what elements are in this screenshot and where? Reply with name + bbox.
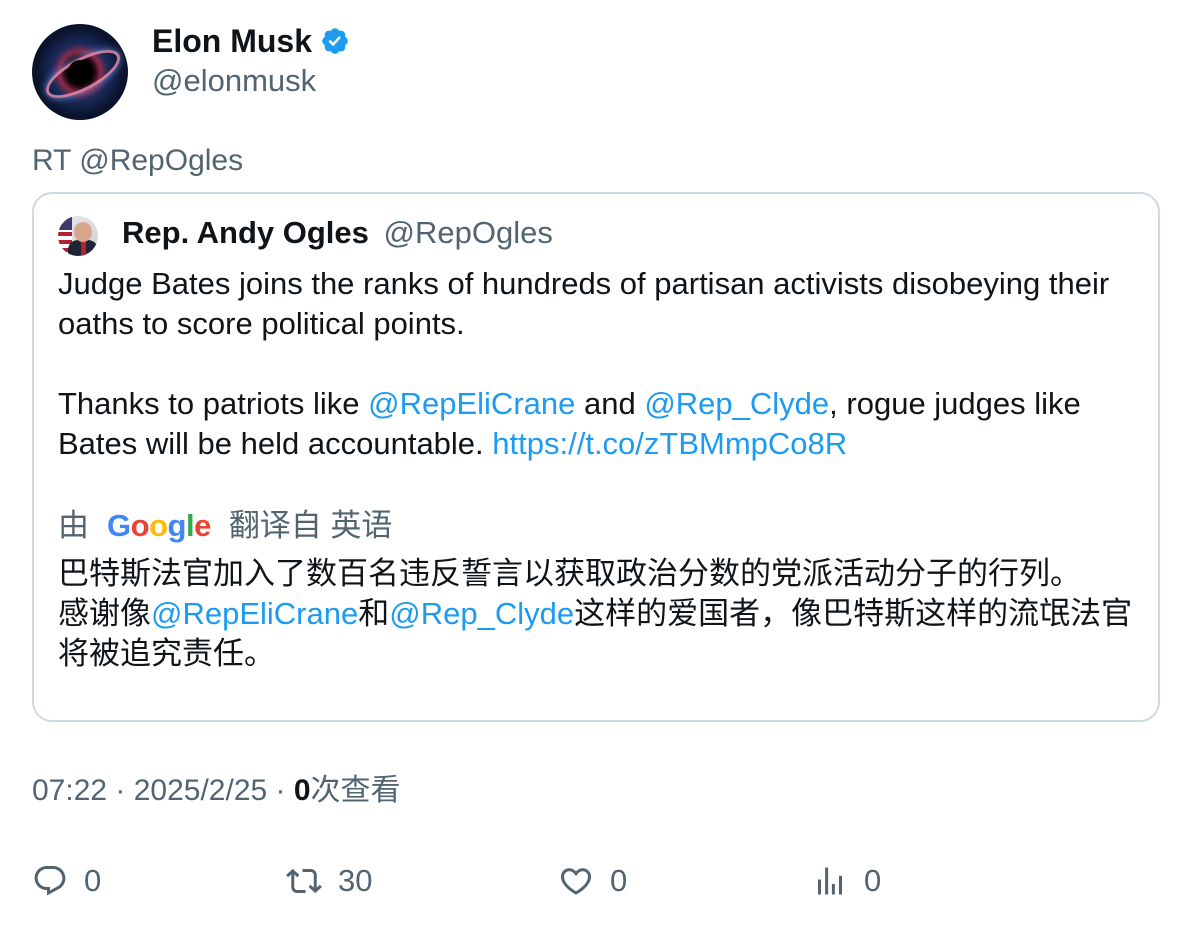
verified-badge-icon [322,28,348,54]
quoted-paragraph-2: Thanks to patriots like @RepEliCrane and… [58,384,1138,464]
avatar-tie [81,242,86,256]
translation-text-a: 感谢像 [58,596,151,631]
author-name[interactable]: Elon Musk [152,22,312,60]
avatar-face [74,222,92,242]
like-count: 0 [610,863,628,898]
mention-repelicrane[interactable]: @RepEliCrane [368,386,575,421]
like-icon [560,868,592,895]
para2-text-a: Thanks to patriots like [58,386,369,421]
action-bar: 0 30 0 0 [32,856,1162,906]
author-handle[interactable]: @elonmusk [152,62,316,100]
author-avatar[interactable] [32,24,128,120]
quoted-body: Judge Bates joins the ranks of hundreds … [58,264,1138,464]
quoted-author-handle[interactable]: @RepOgles [384,215,553,250]
avatar-core-decoration [68,60,92,84]
views-button[interactable]: 0 [812,856,881,906]
quoted-author-name[interactable]: Rep. Andy Ogles [122,215,369,250]
retweet-count: 30 [338,863,373,898]
para2-text-b: and [575,386,645,421]
avatar-flag-canton [58,216,72,230]
translation-line-1: 巴特斯法官加入了数百名违反誓言以获取政治分数的党派活动分子的行列。 [58,556,1081,591]
quoted-tweet-card[interactable]: Rep. Andy Ogles @RepOgles Judge Bates jo… [32,192,1160,722]
reply-button[interactable]: 0 [32,856,101,906]
translation-mention-repelicrane[interactable]: @RepEliCrane [151,596,358,631]
views-label: 次查看 [310,774,401,807]
retweet-icon [286,868,322,894]
reply-icon [34,866,66,896]
views-icon [818,867,842,895]
translated-text: 巴特斯法官加入了数百名违反誓言以获取政治分数的党派活动分子的行列。 感谢像@Re… [58,554,1148,674]
translation-mention-rep-clyde[interactable]: @Rep_Clyde [389,596,574,631]
views-count: 0 [293,774,311,807]
like-button[interactable]: 0 [558,856,627,906]
mention-rep-clyde[interactable]: @Rep_Clyde [644,386,829,421]
tweet-meta: 07:22 · 2025/2/25 · 0次查看 [32,772,401,810]
author-name-row: Elon Musk [152,22,350,60]
translation-text-b: 和 [358,596,390,631]
translate-prefix: 由 [58,508,89,543]
quoted-paragraph-1: Judge Bates joins the ranks of hundreds … [58,266,1110,341]
quoted-author-avatar[interactable] [58,216,98,256]
reply-count: 0 [84,863,102,898]
quoted-header: Rep. Andy Ogles @RepOgles [122,214,553,252]
views-action-count: 0 [864,863,882,898]
timestamp[interactable]: 07:22 · 2025/2/25 · [32,774,294,807]
retweet-button[interactable]: 30 [286,856,372,906]
translation-line-2: 感谢像@RepEliCrane和@Rep_Clyde这样的爱国者，像巴特斯这样的… [58,594,1148,674]
retweet-text: RT @RepOgles [32,144,244,177]
tweet-url-link[interactable]: https://t.co/zTBMmpCo8R [492,426,847,461]
translate-suffix: 翻译自 英语 [228,508,393,543]
translation-attribution: 由 Google 翻译自 英语 [58,506,392,546]
google-logo: Google [107,508,211,543]
